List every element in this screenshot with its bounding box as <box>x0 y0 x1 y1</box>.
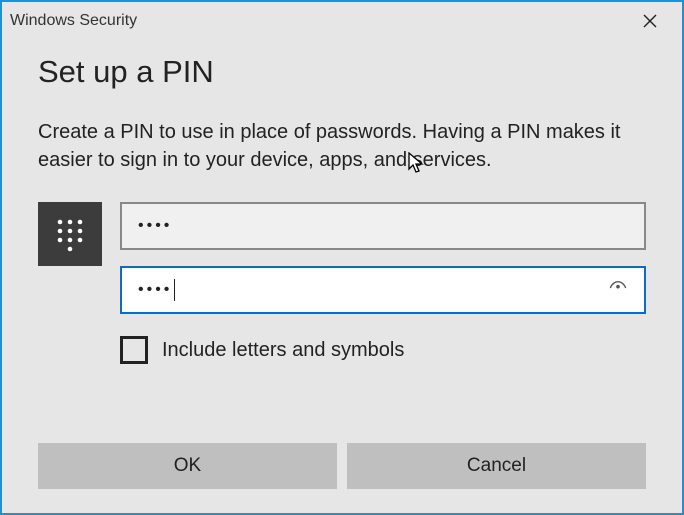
description-text: Create a PIN to use in place of password… <box>38 118 646 174</box>
new-pin-input[interactable]: •••• <box>120 202 646 250</box>
window-title: Windows Security <box>10 12 137 30</box>
confirm-pin-dots: •••• <box>138 281 172 299</box>
close-button[interactable] <box>626 6 674 36</box>
ok-button[interactable]: OK <box>38 443 337 489</box>
include-symbols-checkbox[interactable] <box>120 336 148 364</box>
close-icon <box>643 14 657 28</box>
dialog-content: Set up a PIN Create a PIN to use in plac… <box>2 54 682 364</box>
pin-dots: •••• <box>138 217 172 235</box>
include-symbols-row: Include letters and symbols <box>120 336 646 364</box>
confirm-pin-input[interactable]: •••• <box>120 266 646 314</box>
pin-input-row: •••• •••• <box>38 202 646 314</box>
titlebar: Windows Security <box>2 2 682 40</box>
pin-fields: •••• •••• <box>120 202 646 314</box>
cancel-button[interactable]: Cancel <box>347 443 646 489</box>
eye-icon <box>608 278 628 298</box>
keypad-icon <box>38 202 102 266</box>
include-symbols-label: Include letters and symbols <box>162 339 404 362</box>
pin-setup-dialog: Windows Security Set up a PIN Create a P… <box>0 0 684 515</box>
text-caret <box>174 279 175 301</box>
dialog-buttons: OK Cancel <box>38 443 646 489</box>
page-title: Set up a PIN <box>38 54 646 90</box>
reveal-password-button[interactable] <box>608 278 628 303</box>
